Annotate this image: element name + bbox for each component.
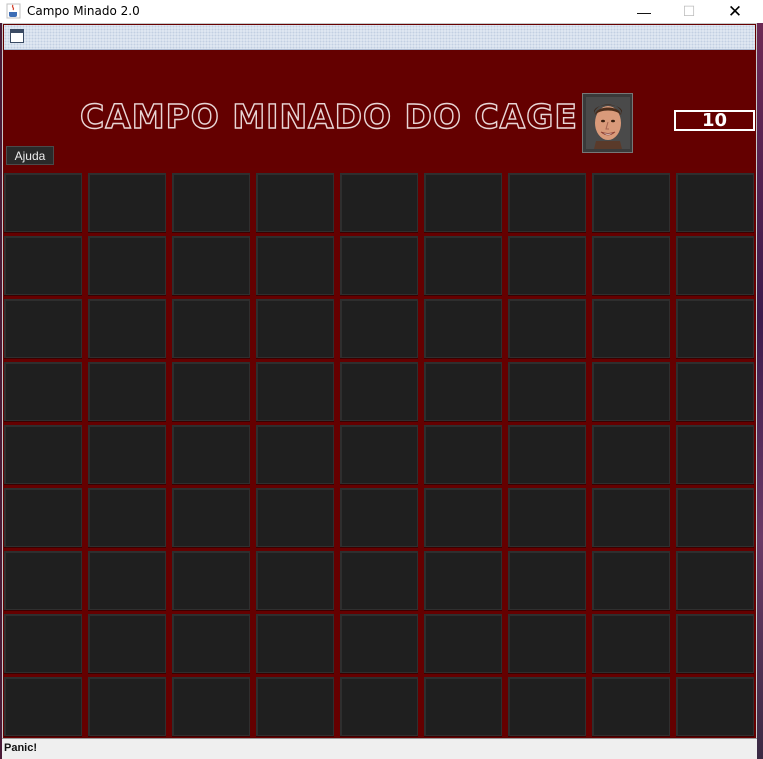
mine-cell[interactable] <box>340 551 418 610</box>
mine-cell[interactable] <box>340 236 418 295</box>
mine-cell[interactable] <box>256 488 334 547</box>
close-button[interactable]: ✕ <box>712 0 758 23</box>
window-title: Campo Minado 2.0 <box>27 4 140 18</box>
mine-cell[interactable] <box>592 362 670 421</box>
mine-cell[interactable] <box>592 488 670 547</box>
minimize-button[interactable]: — <box>621 0 667 23</box>
window-icon[interactable] <box>10 29 24 43</box>
mine-cell[interactable] <box>676 677 754 736</box>
mine-cell[interactable] <box>88 677 166 736</box>
mine-cell[interactable] <box>4 236 82 295</box>
mine-cell[interactable] <box>424 488 502 547</box>
game-title: CAMPO MINADO DO CAGE <box>79 96 578 136</box>
mine-cell[interactable] <box>676 614 754 673</box>
mine-counter: 10 <box>674 110 755 131</box>
mine-cell[interactable] <box>256 173 334 232</box>
mine-cell[interactable] <box>424 299 502 358</box>
window-titlebar: Campo Minado 2.0 — ☐ ✕ <box>0 0 763 23</box>
mine-cell[interactable] <box>424 677 502 736</box>
mine-cell[interactable] <box>676 425 754 484</box>
mine-cell[interactable] <box>508 488 586 547</box>
mine-cell[interactable] <box>172 362 250 421</box>
mine-cell[interactable] <box>592 614 670 673</box>
mine-cell[interactable] <box>4 362 82 421</box>
status-text: Panic! <box>4 742 38 754</box>
mine-cell[interactable] <box>676 299 754 358</box>
mine-cell[interactable] <box>508 362 586 421</box>
mine-cell[interactable] <box>676 173 754 232</box>
mine-cell[interactable] <box>172 488 250 547</box>
mine-cell[interactable] <box>172 677 250 736</box>
mine-cell[interactable] <box>508 425 586 484</box>
mine-cell[interactable] <box>424 173 502 232</box>
mine-cell[interactable] <box>424 362 502 421</box>
mine-cell[interactable] <box>88 173 166 232</box>
mine-cell[interactable] <box>256 551 334 610</box>
mine-cell[interactable] <box>508 614 586 673</box>
mine-cell[interactable] <box>592 677 670 736</box>
mine-cell[interactable] <box>340 362 418 421</box>
mine-cell[interactable] <box>592 299 670 358</box>
mine-cell[interactable] <box>676 236 754 295</box>
mine-cell[interactable] <box>4 173 82 232</box>
mine-cell[interactable] <box>256 236 334 295</box>
mine-cell[interactable] <box>88 299 166 358</box>
mine-cell[interactable] <box>340 488 418 547</box>
maximize-button[interactable]: ☐ <box>666 0 712 23</box>
mine-cell[interactable] <box>508 551 586 610</box>
mine-cell[interactable] <box>592 551 670 610</box>
mine-cell[interactable] <box>88 236 166 295</box>
mine-cell[interactable] <box>4 488 82 547</box>
mine-cell[interactable] <box>424 551 502 610</box>
mine-cell[interactable] <box>508 236 586 295</box>
desktop-edge <box>757 23 763 759</box>
face-reset-button[interactable] <box>582 93 633 153</box>
mine-cell[interactable] <box>592 173 670 232</box>
mine-cell[interactable] <box>508 173 586 232</box>
mine-cell[interactable] <box>592 425 670 484</box>
mine-cell[interactable] <box>88 551 166 610</box>
mine-cell[interactable] <box>340 299 418 358</box>
mine-cell[interactable] <box>88 614 166 673</box>
mine-cell[interactable] <box>592 236 670 295</box>
mine-cell[interactable] <box>256 677 334 736</box>
mine-cell[interactable] <box>340 173 418 232</box>
mine-cell[interactable] <box>256 299 334 358</box>
mine-cell[interactable] <box>256 425 334 484</box>
mine-cell[interactable] <box>4 425 82 484</box>
toolbar <box>4 25 755 50</box>
mine-cell[interactable] <box>340 425 418 484</box>
mine-cell[interactable] <box>172 299 250 358</box>
mine-cell[interactable] <box>256 614 334 673</box>
mine-cell[interactable] <box>424 425 502 484</box>
mine-field <box>4 170 755 737</box>
mine-cell[interactable] <box>256 362 334 421</box>
mine-cell[interactable] <box>508 299 586 358</box>
mine-cell[interactable] <box>340 677 418 736</box>
mine-cell[interactable] <box>172 236 250 295</box>
mine-cell[interactable] <box>424 614 502 673</box>
mine-cell[interactable] <box>508 677 586 736</box>
mine-cell[interactable] <box>4 677 82 736</box>
mine-cell[interactable] <box>88 425 166 484</box>
mine-cell[interactable] <box>676 488 754 547</box>
mine-cell[interactable] <box>676 551 754 610</box>
java-app-icon <box>6 3 21 19</box>
mine-cell[interactable] <box>676 362 754 421</box>
mine-cell[interactable] <box>88 488 166 547</box>
mine-cell[interactable] <box>4 299 82 358</box>
mine-cell[interactable] <box>88 362 166 421</box>
help-button[interactable]: Ajuda <box>6 146 54 165</box>
mine-cell[interactable] <box>4 551 82 610</box>
mine-cell[interactable] <box>172 425 250 484</box>
status-bar: Panic! <box>2 738 757 759</box>
cage-face-icon <box>585 97 630 149</box>
mine-cell[interactable] <box>172 551 250 610</box>
mine-cell[interactable] <box>340 614 418 673</box>
mine-cell[interactable] <box>172 614 250 673</box>
mine-cell[interactable] <box>424 236 502 295</box>
mine-cell[interactable] <box>172 173 250 232</box>
mine-cell[interactable] <box>4 614 82 673</box>
game-header: CAMPO MINADO DO CAGE 10 Ajuda <box>4 50 755 168</box>
